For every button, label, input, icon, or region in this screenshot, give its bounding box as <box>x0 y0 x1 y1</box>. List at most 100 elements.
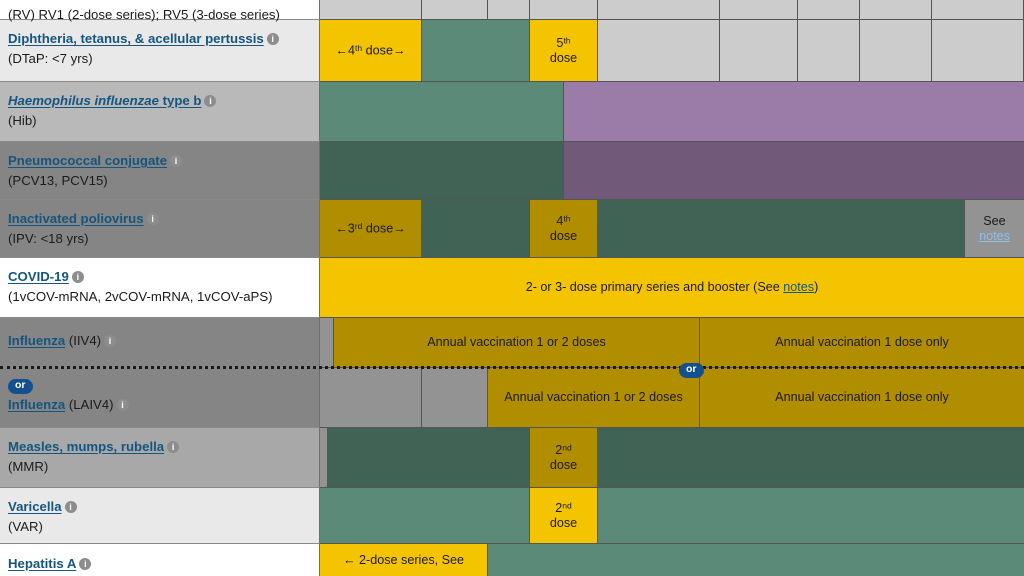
vaccine-link-ipv[interactable]: Inactivated poliovirus <box>8 211 144 226</box>
vaccine-paren: (IPV: <18 yrs) <box>8 231 89 247</box>
dose-ordinal: 2nd <box>555 500 572 515</box>
vaccine-link-mmr[interactable]: Measles, mumps, rubella <box>8 439 164 454</box>
row-label-ipv[interactable]: Inactivated poliovirus i (IPV: <18 yrs) <box>0 200 320 258</box>
cell-dtap-c7 <box>798 20 860 82</box>
dose-ordinal: 5th <box>556 35 571 50</box>
cell-covid19-primary-series: 2- or 3- dose primary series and booster… <box>320 258 1024 318</box>
cell-hepa-2-dose-series: ← 2-dose series, See <box>320 544 488 576</box>
row-label-rotavirus[interactable]: (RV) RV1 (2-dose series); RV5 (3-dose se… <box>0 0 320 22</box>
row-label-hepatitis-a[interactable]: Hepatitis Ai <box>0 544 320 576</box>
cell-mmr-range-left <box>328 428 530 488</box>
info-icon[interactable]: i <box>64 501 77 513</box>
row-label-covid19[interactable]: COVID-19 i (1vCOV-mRNA, 2vCOV-mRNA, 1vCOV… <box>0 258 320 318</box>
or-badge: or <box>8 379 33 394</box>
cell-ipv-range <box>422 200 530 258</box>
cell-pcv-purple-span <box>564 142 1024 200</box>
row-label-influenza-iiv4[interactable]: Influenza (IIV4) i <box>0 318 320 368</box>
notes-link[interactable]: notes <box>979 229 1010 243</box>
vaccine-link-influenza-iiv4[interactable]: Influenza <box>8 333 65 348</box>
notes-link[interactable]: notes <box>783 280 814 294</box>
cell-rotavirus-c2 <box>422 0 488 20</box>
row-label-mmr[interactable]: Measles, mumps, rubella i (MMR) <box>0 428 320 488</box>
info-icon[interactable]: i <box>266 33 279 45</box>
cell-text: Annual vaccination 1 or 2 doses <box>427 335 606 350</box>
vaccine-paren: (RV) RV1 (2-dose series); RV5 (3-dose se… <box>8 7 280 22</box>
vaccine-link-hib[interactable]: Haemophilus influenzae <box>8 93 159 108</box>
dose-word: dose <box>549 515 578 530</box>
info-icon[interactable]: i <box>170 155 183 167</box>
vaccine-paren: (VAR) <box>8 519 43 535</box>
vaccine-link-hib-suffix[interactable]: type b <box>159 93 202 108</box>
info-icon[interactable]: i <box>204 95 217 107</box>
info-icon[interactable]: i <box>167 441 180 453</box>
cell-ipv-3rd-dose: ←3rd dose→ <box>320 200 422 258</box>
cell-hepa-range <box>488 544 1024 576</box>
vaccine-link-pcv[interactable]: Pneumococcal conjugate <box>8 153 167 168</box>
info-icon[interactable]: i <box>146 213 159 225</box>
vaccine-paren: (Hib) <box>8 113 37 129</box>
row-label-pcv[interactable]: Pneumococcal conjugate i (PCV13, PCV15) <box>0 142 320 200</box>
cell-laiv4-annual-1-or-2: Annual vaccination 1 or 2 doses <box>488 368 700 428</box>
dose-word: dose <box>549 50 578 65</box>
cell-dtap-4th-dose: ←4th dose→ <box>320 20 422 82</box>
vaccine-name-line: Influenza (LAIV4) i <box>8 397 311 414</box>
cell-iiv4-annual-1-only: Annual vaccination 1 dose only <box>700 318 1024 368</box>
vaccine-paren: (1vCOV-mRNA, 2vCOV-mRNA, 1vCOV-aPS) <box>8 289 273 305</box>
cell-var-2nd-dose: 2nd dose <box>530 488 598 544</box>
cell-dtap-c5 <box>598 20 720 82</box>
cell-ipv-4th-dose: 4th dose <box>530 200 598 258</box>
cell-text: Annual vaccination 1 or 2 doses <box>504 390 683 405</box>
vaccine-link-varicella[interactable]: Varicella <box>8 499 62 514</box>
vaccine-paren: (DTaP: <7 yrs) <box>8 51 93 67</box>
vaccine-suffix: (LAIV4) <box>65 397 114 413</box>
cell-laiv4-annual-1-only: Annual vaccination 1 dose only <box>700 368 1024 428</box>
influenza-or-separator <box>0 366 1024 369</box>
cell-iiv4-annual-1-or-2: Annual vaccination 1 or 2 doses <box>334 318 700 368</box>
cell-dtap-c9 <box>932 20 1024 82</box>
cell-ipv-see-notes[interactable]: See notes <box>965 200 1024 258</box>
cell-dtap-c6 <box>720 20 798 82</box>
cell-mmr-range-right <box>598 428 1024 488</box>
info-icon[interactable]: i <box>104 335 117 347</box>
cell-text: See notes <box>979 214 1010 244</box>
row-label-influenza-laiv4[interactable]: or Influenza (LAIV4) i <box>0 368 320 428</box>
cell-iiv4-c0 <box>320 318 334 368</box>
info-icon[interactable]: i <box>79 558 92 570</box>
dose-ordinal: 2nd <box>555 442 572 457</box>
cell-text: 2nd dose <box>550 500 577 530</box>
vaccine-link-hepatitis-a[interactable]: Hepatitis A <box>8 556 76 571</box>
covid-text-after: ) <box>814 280 819 295</box>
cell-var-range-right <box>598 488 1024 544</box>
cell-text: ← 2-dose series, See <box>342 552 465 567</box>
cell-rotavirus-c3 <box>488 0 530 20</box>
cell-ipv-green-span <box>598 200 965 258</box>
cell-text: 4th dose <box>550 213 577 243</box>
vaccine-link-dtap[interactable]: Diphtheria, tetanus, & acellular pertuss… <box>8 31 264 46</box>
info-icon[interactable]: i <box>116 399 129 412</box>
cell-laiv4-c2 <box>422 368 488 428</box>
row-label-hib[interactable]: Haemophilus influenzae type bi (Hib) <box>0 82 320 142</box>
cell-text: Annual vaccination 1 dose only <box>775 390 949 405</box>
vaccine-paren: (MMR) <box>8 459 49 475</box>
vaccine-link-covid19[interactable]: COVID-19 <box>8 269 69 284</box>
cell-text: 2- or 3- dose primary series and booster… <box>526 280 819 295</box>
cell-rotavirus-c4 <box>530 0 598 20</box>
vaccine-paren: (PCV13, PCV15) <box>8 173 108 189</box>
cell-dtap-range <box>422 20 530 82</box>
cell-rotavirus-c8 <box>860 0 932 20</box>
dose-word: dose <box>549 228 578 243</box>
row-label-dtap[interactable]: Diphtheria, tetanus, & acellular pertuss… <box>0 20 320 82</box>
dose-word: dose <box>549 457 578 472</box>
see-word: See <box>983 213 1006 228</box>
info-icon[interactable]: i <box>71 271 84 283</box>
row-label-varicella[interactable]: Varicella i (VAR) <box>0 488 320 544</box>
cell-hib-purple-span <box>564 82 1024 142</box>
cell-pcv-green-span <box>320 142 564 200</box>
cell-rotavirus-c1 <box>320 0 422 20</box>
or-badge-floating: or <box>679 363 704 378</box>
cell-text: 2nd dose <box>550 442 577 472</box>
vaccine-link-influenza-laiv4[interactable]: Influenza <box>8 397 65 412</box>
vaccine-suffix: (IIV4) <box>65 333 102 348</box>
cell-mmr-c0 <box>320 428 328 488</box>
cell-rotavirus-c6 <box>720 0 798 20</box>
